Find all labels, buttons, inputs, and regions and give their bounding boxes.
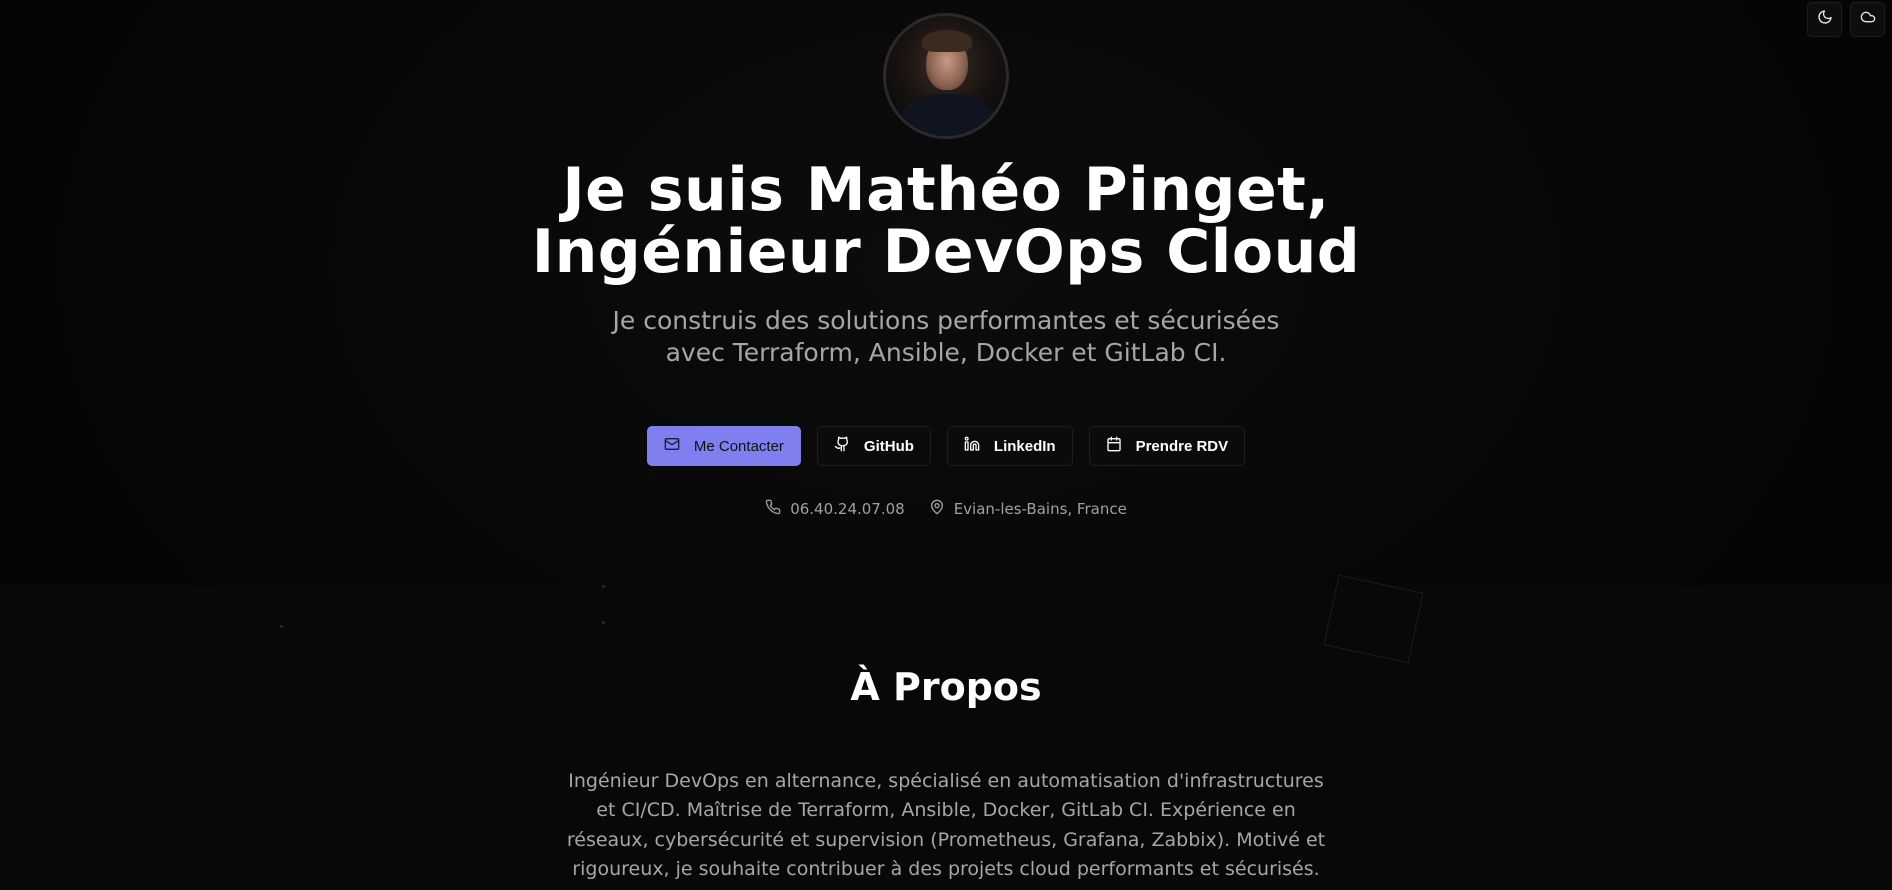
avatar-hair — [922, 30, 972, 52]
decorative-dot — [280, 625, 283, 628]
hero-subtitle: Je construis des solutions performantes … — [612, 306, 1280, 367]
contact-button-label: Me Contacter — [693, 437, 784, 455]
about-title: À Propos — [850, 665, 1042, 709]
phone-icon — [765, 499, 781, 519]
linkedin-button-label: LinkedIn — [993, 437, 1056, 455]
phone-item[interactable]: 06.40.24.07.08 — [765, 499, 905, 519]
contact-button[interactable]: Me Contacter — [646, 426, 801, 466]
page-title: Je suis Mathéo Pinget, Ingénieur DevOps … — [532, 159, 1361, 283]
github-icon — [834, 436, 850, 456]
decorative-dot — [602, 585, 605, 588]
contact-info: 06.40.24.07.08 Evian-les-Bains, France — [765, 499, 1127, 519]
decorative-dot — [602, 621, 605, 624]
mail-icon — [664, 436, 680, 456]
headline-line-2: Ingénieur DevOps Cloud — [531, 217, 1361, 287]
about-section: À Propos Ingénieur DevOps en alternance,… — [0, 574, 1892, 890]
about-text: Ingénieur DevOps en alternance, spéciali… — [566, 769, 1326, 881]
headline-line-1: Je suis Mathéo Pinget, — [562, 155, 1330, 225]
avatar — [883, 13, 1009, 139]
calendar-icon — [1106, 436, 1122, 456]
appointment-button-label: Prendre RDV — [1135, 437, 1229, 455]
avatar-body — [900, 94, 996, 136]
github-button[interactable]: GitHub — [816, 426, 931, 466]
github-button-label: GitHub — [863, 437, 914, 455]
decorative-shape — [1323, 574, 1424, 664]
location-item: Evian-les-Bains, France — [929, 499, 1127, 519]
linkedin-icon — [964, 436, 980, 456]
linkedin-button[interactable]: LinkedIn — [946, 426, 1073, 466]
page: Je suis Mathéo Pinget, Ingénieur DevOps … — [0, 0, 1892, 890]
map-pin-icon — [929, 499, 945, 519]
location-text: Evian-les-Bains, France — [953, 500, 1127, 518]
hero-actions: Me Contacter GitHub LinkedIn Prendre RDV — [646, 426, 1246, 466]
phone-number: 06.40.24.07.08 — [790, 500, 905, 518]
appointment-button[interactable]: Prendre RDV — [1088, 426, 1246, 466]
hero-section: Je suis Mathéo Pinget, Ingénieur DevOps … — [0, 0, 1892, 585]
